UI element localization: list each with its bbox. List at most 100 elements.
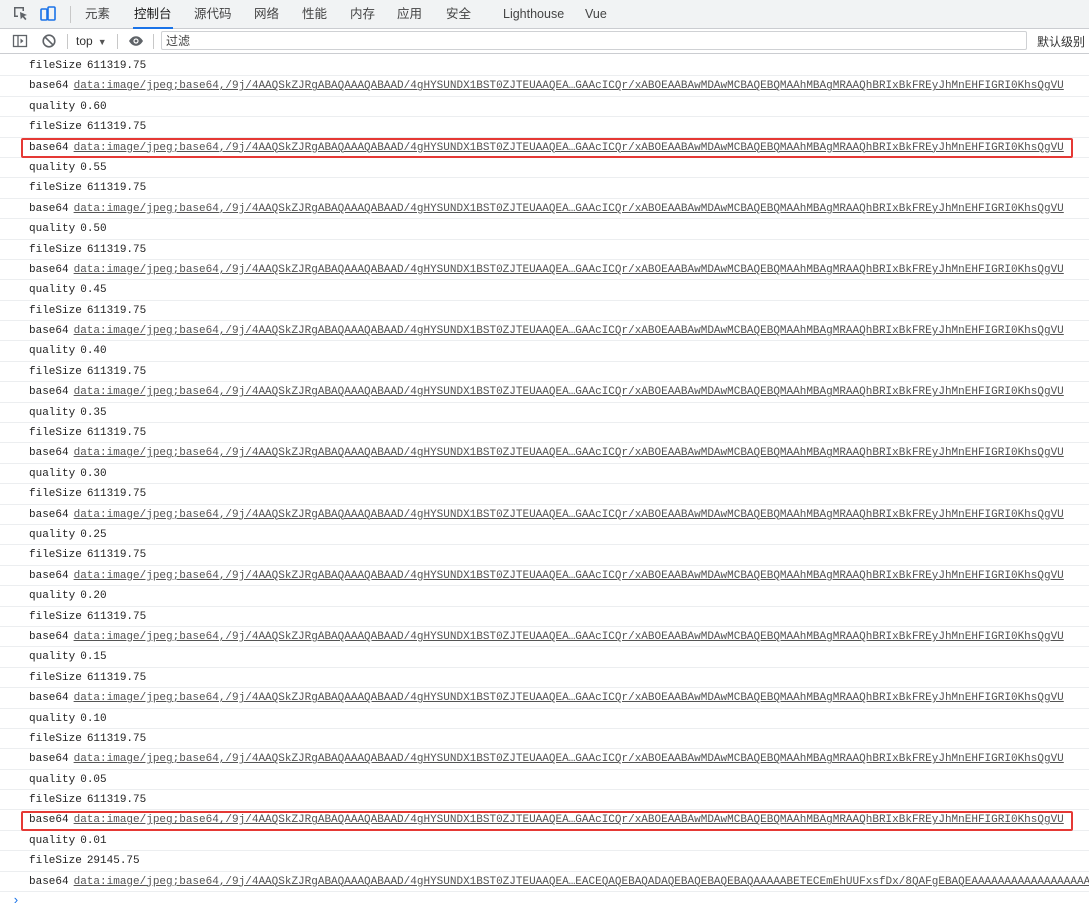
console-message: fileSize 611319.75 [0, 545, 1089, 566]
console-message: fileSize 29145.75 [0, 851, 1089, 872]
tab-network[interactable]: 网络 [254, 0, 279, 28]
message-value: 0.35 [80, 406, 107, 419]
context-selector-label: top [76, 34, 93, 48]
console-message: quality 0.35 [0, 403, 1089, 424]
message-value: 0.50 [80, 223, 107, 236]
message-value: 0.20 [80, 590, 107, 603]
console-toolbar: top ▼ 默认级别 [0, 29, 1089, 54]
message-label: base64 [29, 447, 69, 460]
show-sidebar-icon[interactable] [12, 33, 28, 49]
data-url-link[interactable]: data:image/jpeg;base64,/9j/4AAQSkZJRgABA… [74, 203, 1064, 215]
message-label: quality [29, 773, 76, 786]
message-label: fileSize [29, 488, 82, 501]
message-value: 611319.75 [86, 304, 147, 317]
console-message: fileSize 611319.75 [0, 56, 1089, 77]
data-url-link[interactable]: data:image/jpeg;base64,/9j/4AAQSkZJRgABA… [74, 325, 1064, 337]
message-value: 611319.75 [86, 794, 147, 807]
console-message: base64 data:image/jpeg;base64,/9j/4AAQSkZ… [0, 138, 1089, 158]
tab-application[interactable]: 应用 [397, 0, 422, 28]
toolbar-divider [67, 34, 68, 49]
tab-memory[interactable]: 内存 [350, 0, 375, 28]
message-label: quality [29, 834, 76, 847]
message-label: quality [29, 590, 76, 603]
message-label: base64 [29, 753, 69, 766]
message-value: 0.60 [80, 100, 107, 113]
inspect-element-icon[interactable] [12, 5, 30, 23]
message-value: 0.40 [80, 345, 107, 358]
console-prompt[interactable]: › [12, 893, 20, 908]
devtools-tab-bar: 元素 控制台 源代码 网络 性能 内存 应用 安全 Lighthouse Vue [0, 0, 1089, 29]
data-url-link[interactable]: data:image/jpeg;base64,/9j/4AAQSkZJRgABA… [74, 509, 1064, 521]
message-value: 611319.75 [86, 671, 147, 684]
console-message: base64 data:image/jpeg;base64,/9j/4AAQSkZ… [0, 199, 1089, 220]
console-message: fileSize 611319.75 [0, 423, 1089, 444]
message-label: quality [29, 467, 76, 480]
console-message: fileSize 611319.75 [0, 790, 1089, 811]
console-message: quality 0.15 [0, 647, 1089, 668]
message-value: 0.25 [80, 528, 107, 541]
message-label: fileSize [29, 427, 82, 440]
message-value: 611319.75 [86, 121, 147, 134]
data-url-link[interactable]: data:image/jpeg;base64,/9j/4AAQSkZJRgABA… [74, 814, 1064, 826]
console-message: fileSize 611319.75 [0, 668, 1089, 689]
message-label: fileSize [29, 60, 82, 72]
message-value: 611319.75 [86, 243, 147, 256]
data-url-link[interactable]: data:image/jpeg;base64,/9j/4AAQSkZJRgABA… [74, 264, 1064, 276]
clear-console-icon[interactable] [41, 33, 57, 49]
message-label: fileSize [29, 732, 82, 745]
message-label: base64 [29, 386, 69, 399]
message-label: quality [29, 528, 76, 541]
data-url-link[interactable]: data:image/jpeg;base64,/9j/4AAQSkZJRgABA… [74, 447, 1064, 459]
console-message: base64 data:image/jpeg;base64,/9j/4AAQSkZ… [0, 566, 1089, 587]
message-value: 611319.75 [86, 549, 147, 562]
message-value: 0.05 [80, 773, 107, 786]
console-message: base64 data:image/jpeg;base64,/9j/4AAQSkZ… [0, 505, 1089, 525]
filter-input[interactable] [161, 31, 1027, 50]
log-levels-dropdown[interactable]: 默认级别 [1037, 33, 1085, 50]
message-label: quality [29, 712, 76, 725]
message-value: 611319.75 [86, 365, 147, 378]
device-toolbar-icon[interactable] [39, 5, 57, 23]
console-message: fileSize 611319.75 [0, 117, 1089, 138]
message-value: 0.10 [80, 712, 107, 725]
data-url-link[interactable]: data:image/jpeg;base64,/9j/4AAQSkZJRgABA… [74, 142, 1064, 154]
message-label: quality [29, 345, 76, 358]
message-label: fileSize [29, 304, 82, 317]
tab-console[interactable]: 控制台 [133, 0, 173, 29]
message-label: base64 [29, 80, 69, 93]
toolbar-divider [153, 34, 154, 49]
data-url-link[interactable]: data:image/jpeg;base64,/9j/4AAQSkZJRgABA… [74, 753, 1064, 765]
message-value: 0.15 [80, 651, 107, 664]
tab-vue[interactable]: Vue [585, 0, 607, 28]
message-label: fileSize [29, 182, 82, 195]
console-message: fileSize 611319.75 [0, 178, 1089, 199]
message-value: 611319.75 [86, 182, 147, 195]
data-url-link[interactable]: data:image/jpeg;base64,/9j/4AAQSkZJRgABA… [74, 386, 1064, 398]
message-label: quality [29, 161, 76, 174]
data-url-link[interactable]: data:image/jpeg;base64,/9j/4AAQSkZJRgABA… [74, 876, 1089, 888]
console-message: quality 0.10 [0, 709, 1089, 729]
context-selector[interactable]: top ▼ [76, 32, 107, 50]
message-value: 611319.75 [86, 427, 147, 440]
data-url-link[interactable]: data:image/jpeg;base64,/9j/4AAQSkZJRgABA… [74, 631, 1064, 643]
console-message: fileSize 611319.75 [0, 301, 1089, 322]
message-label: fileSize [29, 794, 82, 807]
console-message: base64 data:image/jpeg;base64,/9j/4AAQSkZ… [0, 76, 1089, 97]
tab-sources[interactable]: 源代码 [194, 0, 232, 28]
data-url-link[interactable]: data:image/jpeg;base64,/9j/4AAQSkZJRgABA… [74, 570, 1064, 582]
console-message: base64 data:image/jpeg;base64,/9j/4AAQSkZ… [0, 321, 1089, 342]
eye-icon[interactable] [128, 33, 144, 49]
console-message: fileSize 611319.75 [0, 362, 1089, 383]
tab-performance[interactable]: 性能 [302, 0, 327, 28]
message-value: 0.30 [80, 467, 107, 480]
console-message: base64 data:image/jpeg;base64,/9j/4AAQSkZ… [0, 443, 1089, 464]
message-label: quality [29, 284, 76, 297]
tab-lighthouse[interactable]: Lighthouse [503, 0, 564, 28]
console-message: quality 0.20 [0, 586, 1089, 607]
data-url-link[interactable]: data:image/jpeg;base64,/9j/4AAQSkZJRgABA… [74, 80, 1064, 92]
tab-elements[interactable]: 元素 [85, 0, 110, 28]
tab-security[interactable]: 安全 [446, 0, 471, 28]
console-messages: fileSize 611319.75 base64 data:image/jpeg;b… [0, 56, 1089, 893]
data-url-link[interactable]: data:image/jpeg;base64,/9j/4AAQSkZJRgABA… [74, 692, 1064, 704]
console-message: quality 0.40 [0, 341, 1089, 362]
